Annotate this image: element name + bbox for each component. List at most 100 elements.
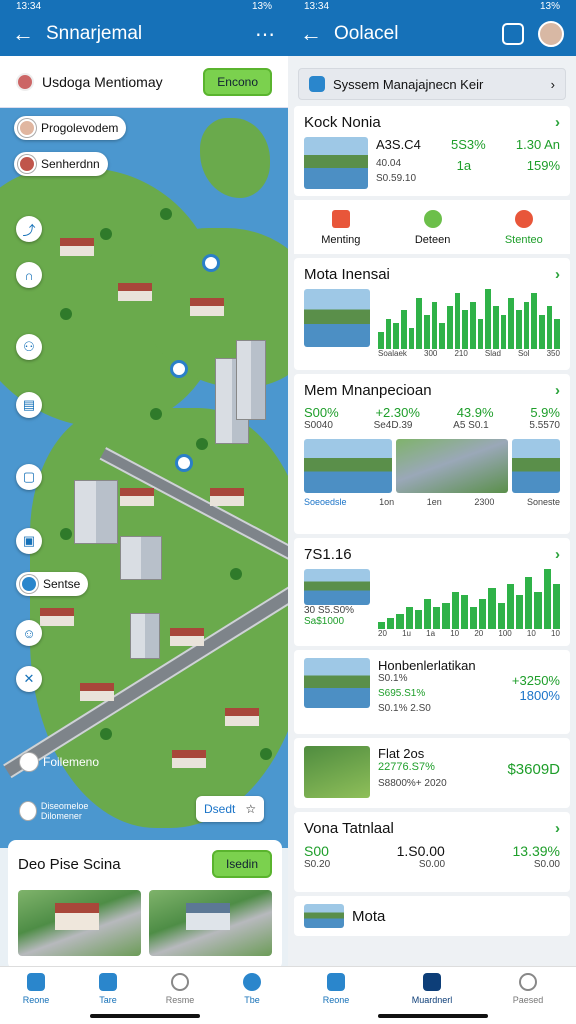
- edit-icon[interactable]: [502, 23, 524, 45]
- map-pin[interactable]: [175, 454, 193, 472]
- management-card[interactable]: Mem Mnanpecioan › S00% +2.30% 43.9% 5.9% …: [294, 374, 570, 534]
- map-tree: [260, 748, 272, 760]
- more-menu-icon[interactable]: ⋯: [255, 22, 276, 47]
- quick-action-detect[interactable]: Deteen: [415, 210, 450, 246]
- facility-thumbnail[interactable]: [396, 439, 508, 493]
- chart-bar: [523, 301, 530, 349]
- card-title: Honbenlerlatikan: [378, 658, 476, 673]
- building-thumbnail: [304, 137, 368, 189]
- chart-bar: [552, 584, 561, 629]
- map-tree: [230, 568, 242, 580]
- metric-value: 13.39%: [512, 843, 560, 859]
- map-house: [118, 283, 152, 301]
- system-icon: [309, 76, 325, 92]
- monitor-card[interactable]: Honbenlerlatikan S0.1% +3250% S695.S1% 1…: [294, 650, 570, 734]
- metric-value: +3250%: [511, 673, 560, 688]
- chart-bar: [539, 314, 545, 349]
- thumb-label: Soeoedsle: [304, 497, 347, 507]
- map-tower: [130, 613, 160, 659]
- city-map[interactable]: Progolevodem Senherdnn ⤴ ∩ ⚇ ▤ ▢ ▣ Sents…: [0, 108, 288, 848]
- layers-icon[interactable]: ▤: [16, 392, 42, 418]
- map-badge-progress[interactable]: Progolevodem: [14, 116, 127, 140]
- map-badge-sensor[interactable]: Senherdnn: [14, 152, 108, 176]
- briefcase-icon: [331, 210, 350, 228]
- place-thumbnail[interactable]: [18, 890, 141, 956]
- star-icon[interactable]: ☆: [245, 802, 256, 816]
- avatar[interactable]: [538, 21, 564, 47]
- filter-icon[interactable]: ∩: [16, 262, 42, 288]
- chevron-right-icon[interactable]: ›: [555, 114, 560, 131]
- nav-home[interactable]: Reone: [11, 973, 61, 1024]
- metric-sub: S0.59.10: [376, 173, 417, 184]
- route-icon[interactable]: ⤴: [16, 216, 42, 242]
- map-pin[interactable]: [170, 360, 188, 378]
- chart-bar: [433, 606, 441, 629]
- place-card[interactable]: Deo Pise Scina Isedin: [8, 840, 282, 970]
- person-icon[interactable]: ⚇: [16, 334, 42, 360]
- total-card[interactable]: Vona Tatnlaal › S00 1.S0.00 13.39% S0.20 …: [294, 812, 570, 892]
- nav-home[interactable]: Reone: [311, 973, 361, 1024]
- map-tree: [60, 308, 72, 320]
- chart-bar: [385, 319, 392, 349]
- place-card-action[interactable]: Isedin: [211, 850, 272, 878]
- stat-sub: 5.5570: [529, 420, 560, 431]
- quick-action-meeting[interactable]: Menting: [321, 210, 360, 246]
- header-action-button[interactable]: Encono: [203, 67, 272, 96]
- chevron-right-icon[interactable]: ›: [555, 820, 560, 837]
- x-tick-label: 210: [454, 349, 468, 358]
- chart-bar: [431, 301, 438, 349]
- chart-card[interactable]: Mota Inensai › Soalaek 300 210 Slad Sol 350: [294, 258, 570, 370]
- trend-sub: Sa$1000: [304, 616, 345, 627]
- map-house: [210, 488, 244, 506]
- trend-sub: 30 S5.S0%: [304, 605, 355, 616]
- app-title: Snnarjemal: [46, 23, 143, 44]
- flat-card[interactable]: Flat 2os 22776.S7% $3609D S8800%+ 2020: [294, 738, 570, 808]
- chart-bar: [414, 610, 423, 629]
- system-search[interactable]: Syssem Manajajnecn Keir ›: [298, 68, 566, 100]
- document-icon[interactable]: ▢: [16, 464, 42, 490]
- x-tick-label: 10: [551, 629, 560, 638]
- summary-card[interactable]: Kock Nonia › A3S.C4 5S3% 1.30 An 40.04 1a…: [294, 106, 570, 196]
- stat-sub: S0040: [304, 420, 333, 431]
- sensor-badge[interactable]: Sentse: [16, 572, 89, 596]
- chart-bar: [416, 297, 423, 349]
- map-card-button[interactable]: Dsedt ☆: [196, 796, 265, 822]
- chart-bar: [506, 584, 515, 629]
- nav-profile[interactable]: Paesed: [503, 973, 553, 1024]
- map-tree: [160, 208, 172, 220]
- info-rail-item[interactable]: Foilemeno: [16, 750, 107, 774]
- metric-value: 1800%: [519, 688, 560, 703]
- chevron-right-icon[interactable]: ›: [555, 266, 560, 283]
- trend-card[interactable]: 7S1.16 › 30 S5.S0% Sa$1000 20 1u 1a 10 20 100 1…: [294, 538, 570, 646]
- chart-bar: [470, 606, 478, 629]
- report-rail-item[interactable]: Diseomeloe Dilomener: [16, 798, 126, 824]
- sensor-badge-label: Sentse: [43, 577, 81, 591]
- chart-bar: [424, 314, 430, 349]
- chat-icon[interactable]: ☺: [16, 620, 42, 646]
- home-indicator: [90, 1014, 200, 1018]
- place-thumbnail[interactable]: [149, 890, 272, 956]
- nav-tools[interactable]: Tbe: [227, 973, 277, 1024]
- river-thumbnail[interactable]: [512, 439, 560, 493]
- x-tick-label: 350: [546, 349, 560, 358]
- river-thumbnail[interactable]: [304, 439, 392, 493]
- back-arrow-icon[interactable]: ←: [12, 21, 46, 47]
- chevron-right-icon[interactable]: ›: [555, 546, 560, 563]
- bus-icon[interactable]: ▣: [16, 528, 42, 554]
- chevron-right-icon[interactable]: ›: [555, 382, 560, 399]
- status-bar: 13:34 13%: [288, 0, 576, 12]
- tools-icon[interactable]: ✕: [16, 666, 42, 692]
- quick-label: Deteen: [414, 234, 451, 246]
- quick-action-status[interactable]: Stenteo: [505, 210, 543, 246]
- mota-card[interactable]: Mota: [294, 896, 570, 936]
- stat-value: S00%: [304, 405, 339, 420]
- status-dot-icon: [423, 210, 442, 228]
- map-pin[interactable]: [202, 254, 220, 272]
- nav-label: Muardnerl: [411, 995, 453, 1005]
- street-thumbnail: [304, 569, 370, 605]
- nav-label: Tare: [99, 995, 117, 1005]
- status-time: 13:34: [16, 0, 42, 12]
- back-arrow-icon[interactable]: ←: [300, 21, 334, 47]
- x-tick-label: 20: [378, 629, 387, 638]
- card-title: Kock Nonia: [304, 114, 381, 131]
